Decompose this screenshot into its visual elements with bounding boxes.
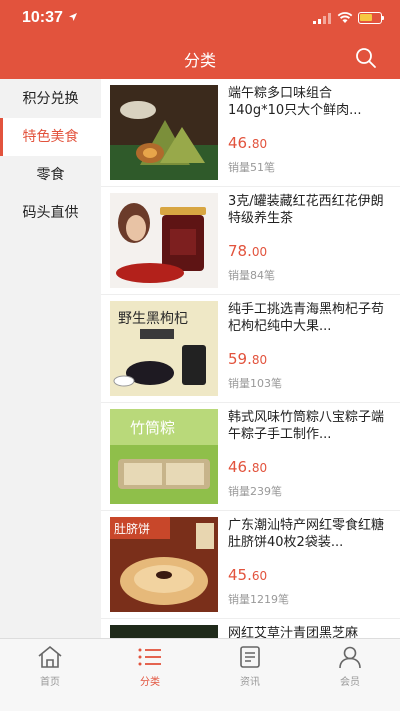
search-icon[interactable] <box>354 46 378 70</box>
signal-icon <box>313 13 331 24</box>
sidebar-item-points-exchange[interactable]: 积分兑换 <box>0 80 101 118</box>
product-image-navel-cake: 肚脐饼 <box>110 517 218 612</box>
product-sales: 销量239笔 <box>228 485 282 498</box>
product-price: 46.80 <box>228 458 268 476</box>
location-arrow-icon <box>69 13 77 21</box>
product-price: 59.80 <box>228 350 268 368</box>
product-image-bamboo-zongzi: 竹筒粽 <box>110 409 218 504</box>
product-image-goji: 野生黑枸杞 <box>110 301 218 396</box>
wifi-icon <box>337 12 353 23</box>
home-icon <box>38 645 62 668</box>
category-sidebar: 积分兑换 特色美食 零食 码头直供 <box>0 79 101 638</box>
thumb-text-goji: 野生黑枸杞 <box>118 311 188 327</box>
product-item[interactable]: 3克/罐装藏红花西红花伊朗特级养生茶 78.00 销量84笔 <box>101 187 400 295</box>
tab-label: 分类 <box>140 677 160 688</box>
product-sales: 销量103笔 <box>228 377 282 390</box>
sidebar-item-snacks[interactable]: 零食 <box>0 156 101 194</box>
product-price: 45.60 <box>228 566 268 584</box>
tab-label: 首页 <box>40 677 60 688</box>
tab-label: 资讯 <box>240 677 260 688</box>
product-image-qingtuan <box>110 625 218 638</box>
product-name: 纯手工挑选青海黑枸杞子苟杞枸杞纯中大果... <box>228 302 385 334</box>
product-name: 端午粽多口味组合140g*10只大个鲜肉... <box>228 86 362 118</box>
product-item[interactable]: 端午粽多口味组合140g*10只大个鲜肉... 46.80 销量51笔 <box>101 79 400 187</box>
sidebar-item-specialty-food[interactable]: 特色美食 <box>0 118 101 156</box>
product-image-zongzi <box>110 85 218 180</box>
product-item[interactable]: 肚脐饼 广东潮汕特产网红零食红糖肚脐饼40枚2袋装... 45.60 销量121… <box>101 511 400 619</box>
status-bar: 10:37 <box>0 0 400 38</box>
product-name: 网红艾草汁青团黑芝麻 <box>228 626 359 638</box>
top-bar: 10:37 分类 <box>0 0 400 79</box>
tab-home[interactable]: 首页 <box>0 645 100 705</box>
product-name: 3克/罐装藏红花西红花伊朗特级养生茶 <box>228 194 384 226</box>
bottom-tab-bar: 首页 分类 资讯 会员 <box>0 638 400 711</box>
product-price: 78.00 <box>228 242 268 260</box>
thumb-text-bamboo: 竹筒粽 <box>130 419 175 437</box>
user-icon <box>339 646 361 669</box>
tab-member[interactable]: 会员 <box>300 645 400 705</box>
product-image-saffron <box>110 193 218 288</box>
page-title: 分类 <box>183 51 216 70</box>
product-price: 46.80 <box>228 134 268 152</box>
product-name: 韩式风味竹筒粽八宝粽子端午粽子手工制作... <box>228 410 385 442</box>
battery-icon <box>358 12 382 24</box>
tab-label: 会员 <box>340 677 360 688</box>
product-sales: 销量84笔 <box>228 269 275 282</box>
battery-cap <box>382 16 384 20</box>
tab-news[interactable]: 资讯 <box>200 645 300 705</box>
tab-category[interactable]: 分类 <box>100 645 200 705</box>
product-sales: 销量51笔 <box>228 161 275 174</box>
product-list: 端午粽多口味组合140g*10只大个鲜肉... 46.80 销量51笔 3克/罐… <box>101 79 400 638</box>
product-sales: 销量1219笔 <box>228 593 289 606</box>
sidebar-item-dock-direct[interactable]: 码头直供 <box>0 194 101 232</box>
product-name: 广东潮汕特产网红零食红糖肚脐饼40枚2袋装... <box>228 518 385 550</box>
news-icon <box>240 646 260 668</box>
status-time: 10:37 <box>22 9 63 26</box>
product-item[interactable]: 野生黑枸杞 纯手工挑选青海黑枸杞子苟杞枸杞纯中大果... 59.80 销量103… <box>101 295 400 403</box>
product-item[interactable]: 网红艾草汁青团黑芝麻 <box>101 619 400 638</box>
product-item[interactable]: 竹筒粽 韩式风味竹筒粽八宝粽子端午粽子手工制作... 46.80 销量239笔 <box>101 403 400 511</box>
list-icon <box>138 648 161 666</box>
thumb-text-navel-cake: 肚脐饼 <box>114 521 150 536</box>
